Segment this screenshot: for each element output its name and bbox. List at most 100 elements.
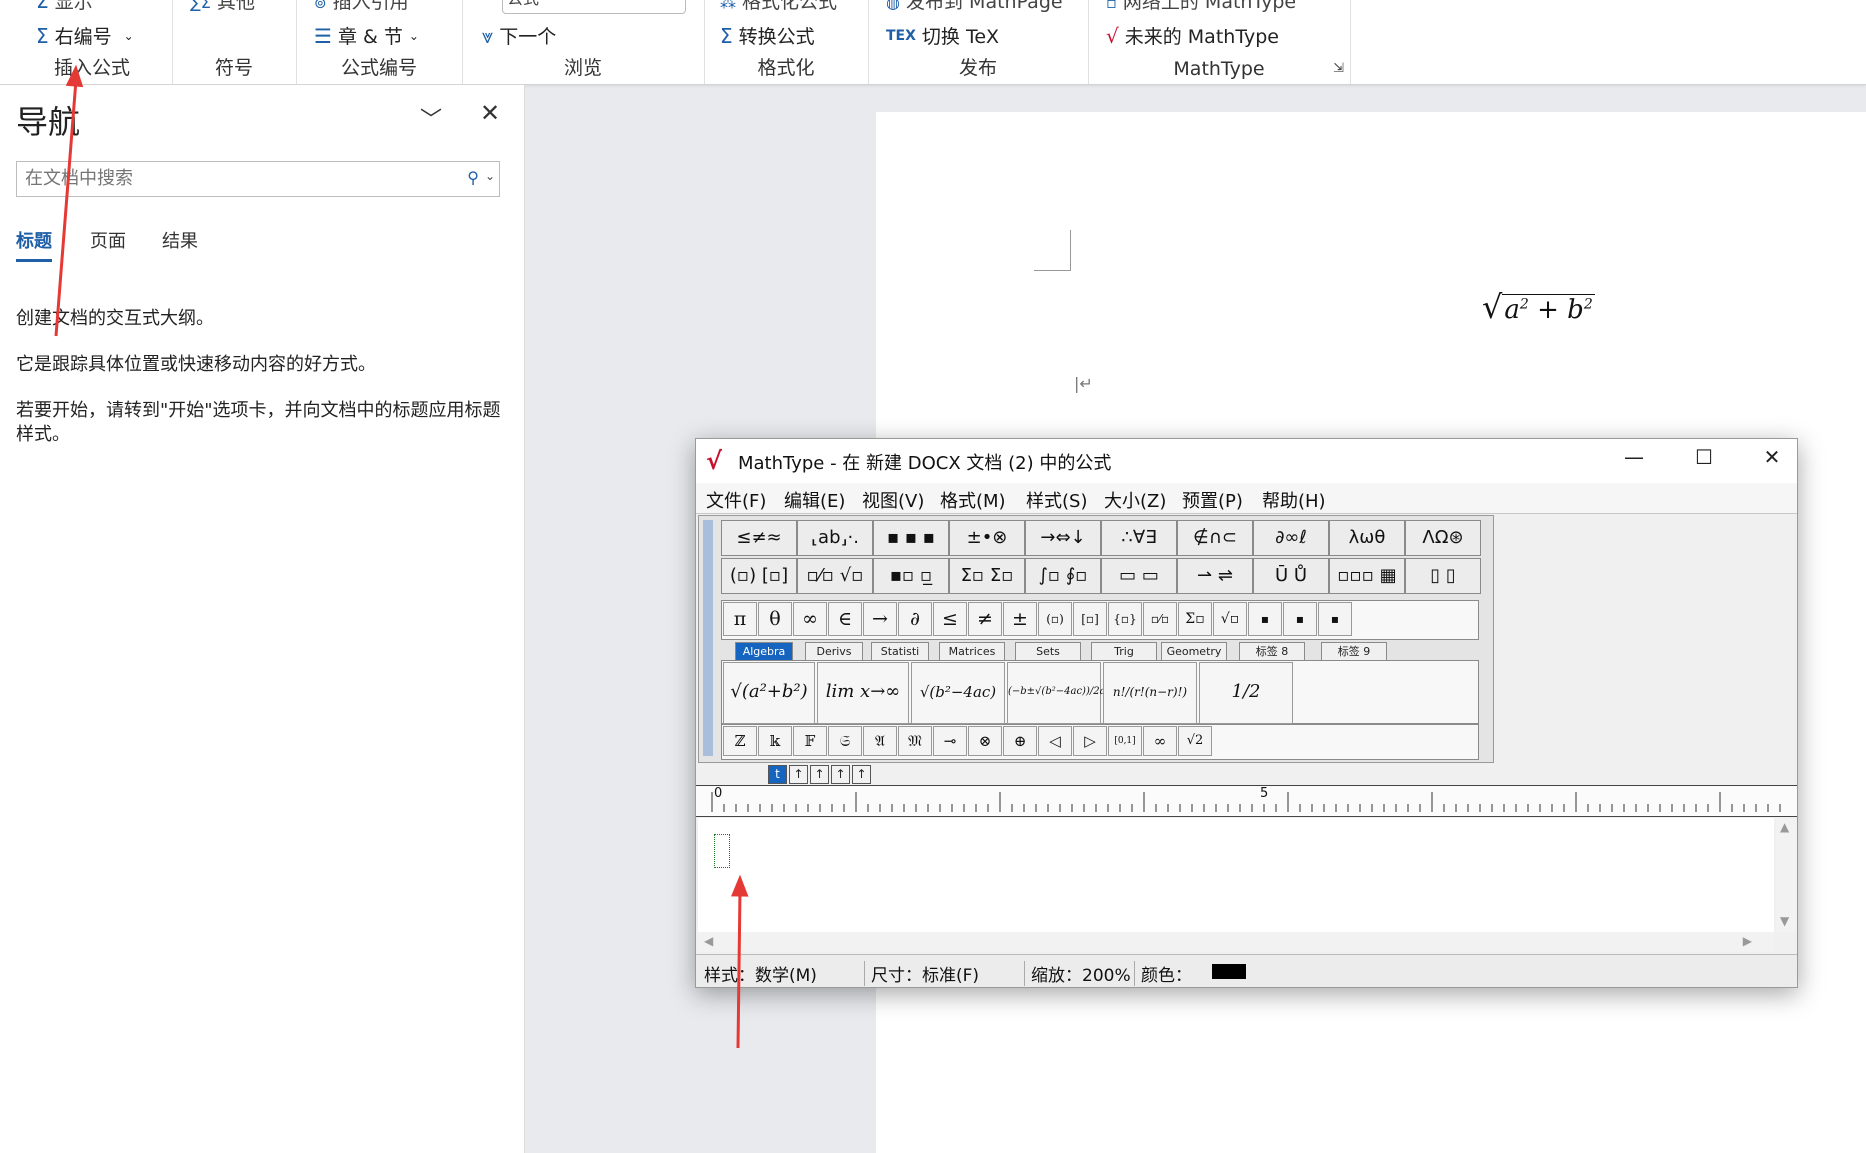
scroll-down-icon[interactable]: ▼ xyxy=(1780,914,1789,928)
nudge-button[interactable]: ↑ xyxy=(810,765,829,784)
boxes-palette[interactable]: ▯ ▯ xyxy=(1405,558,1481,594)
close-icon[interactable]: ✕ xyxy=(480,99,500,127)
template-pythagoras[interactable]: √(a²+b²) xyxy=(723,662,815,724)
tab-9[interactable]: 标签 9 xyxy=(1321,642,1387,661)
search-input[interactable] xyxy=(17,162,453,194)
right-number-button[interactable]: Σ 右编号 ⌄ xyxy=(36,22,134,49)
nudge-button[interactable]: ↑ xyxy=(831,765,850,784)
symbol-fraktur-s[interactable]: 𝔖 xyxy=(828,726,862,756)
symbol-sqrt2[interactable]: √2 xyxy=(1178,726,1212,756)
horizontal-scrollbar[interactable]: ◀ ▶ xyxy=(698,932,1774,952)
tab-derivs[interactable]: Derivs xyxy=(805,642,863,661)
close-button[interactable]: ✕ xyxy=(1752,445,1792,475)
convert-equation-button[interactable]: Σ 转换公式 xyxy=(720,22,815,49)
embellishments-palette[interactable]: ▪ ▪ ▪ xyxy=(873,520,949,556)
spaces-palette[interactable]: ⸤ab⸥·. xyxy=(797,520,873,556)
symbol-leq[interactable]: ≤ xyxy=(933,602,967,636)
maximize-button[interactable]: ☐ xyxy=(1684,445,1724,475)
next-button[interactable]: ⩔ 下一个 xyxy=(482,22,556,49)
tab-sets[interactable]: Sets xyxy=(1015,642,1081,661)
template-combination[interactable]: n!/(r!(n−r)!) xyxy=(1103,662,1197,724)
template-subsup[interactable]: ▪ xyxy=(1318,602,1352,636)
matrices-palette[interactable]: ▫▫▫ ▦ xyxy=(1329,558,1405,594)
menu-file[interactable]: 文件(F) xyxy=(706,487,766,513)
integrals-palette[interactable]: ∫▫ ∮▫ xyxy=(1025,558,1101,594)
tab-results[interactable]: 结果 xyxy=(162,227,198,253)
template-braces[interactable]: {▫} xyxy=(1108,602,1142,636)
symbol-field-f[interactable]: 𝔽 xyxy=(793,726,827,756)
relations-palette[interactable]: ≤≠≈ xyxy=(721,520,797,556)
symbol-interval[interactable]: [0,1] xyxy=(1108,726,1142,756)
bars-palette[interactable]: ▭ ▭ xyxy=(1101,558,1177,594)
ribbon-format-equation-partial[interactable]: ⁂ 格式化公式 xyxy=(720,0,837,14)
operators-palette[interactable]: ±•⊗ xyxy=(949,520,1025,556)
logic-palette[interactable]: ∴∀∃ xyxy=(1101,520,1177,556)
toolbar-drag-handle[interactable] xyxy=(703,520,713,756)
template-fraction[interactable]: ▫⁄▫ xyxy=(1143,602,1177,636)
ribbon-publish-mathpage-partial[interactable]: ◍ 发布到 MathPage xyxy=(886,0,1063,14)
ribbon-mathtype-online-partial[interactable]: ▫ 网络上的 MathType xyxy=(1106,0,1296,14)
template-half[interactable]: 1/2 xyxy=(1199,662,1293,724)
symbol-pi[interactable]: π xyxy=(723,602,757,636)
symbol-plus-minus[interactable]: ± xyxy=(1003,602,1037,636)
symbol-infinity-2[interactable]: ∞ xyxy=(1143,726,1177,756)
template-superscript[interactable]: ▪ xyxy=(1248,602,1282,636)
nudge-button[interactable]: t xyxy=(768,765,787,784)
template-discriminant[interactable]: √(b²−4ac) xyxy=(911,662,1005,724)
future-mathtype-button[interactable]: √ 未来的 MathType xyxy=(1106,22,1279,49)
symbol-fraktur-a[interactable]: 𝔄 xyxy=(863,726,897,756)
summations-palette[interactable]: Σ▫ Σ▫ xyxy=(949,558,1025,594)
search-icon[interactable]: ⚲ xyxy=(467,168,479,187)
greek-lower-palette[interactable]: λωθ xyxy=(1329,520,1405,556)
vertical-scrollbar[interactable]: ▲ ▼ xyxy=(1776,818,1796,932)
symbol-partial[interactable]: ∂ xyxy=(898,602,932,636)
tab-8[interactable]: 标签 8 xyxy=(1239,642,1305,661)
template-limit[interactable]: lim x→∞ xyxy=(817,662,909,724)
ribbon-other-partial[interactable]: ∑Σ 其他 xyxy=(190,0,255,14)
chevron-down-icon[interactable]: ⌄ xyxy=(485,169,495,183)
document-equation[interactable]: √a2 + b2 xyxy=(1482,288,1595,326)
equation-edit-area[interactable] xyxy=(698,818,1774,932)
arrows-palette[interactable]: →⇔↓ xyxy=(1025,520,1101,556)
nudge-button[interactable]: ↑ xyxy=(789,765,808,784)
scroll-right-icon[interactable]: ▶ xyxy=(1743,934,1752,948)
tab-geometry[interactable]: Geometry xyxy=(1161,642,1227,661)
products-palette[interactable]: Ū Ů xyxy=(1253,558,1329,594)
menu-help[interactable]: 帮助(H) xyxy=(1262,487,1326,513)
ribbon-insert-reference-partial[interactable]: ⊚ 插入引用 xyxy=(314,0,409,14)
template-subscript[interactable]: ▪ xyxy=(1283,602,1317,636)
template-sqrt[interactable]: √▫ xyxy=(1213,602,1247,636)
tab-pages[interactable]: 页面 xyxy=(90,227,126,253)
toggle-tex-button[interactable]: TEX 切换 TeX xyxy=(886,22,999,49)
ruler[interactable]: 0 5 xyxy=(696,785,1797,817)
fractions-radicals-palette[interactable]: ▫⁄▫ √▫ xyxy=(797,558,873,594)
menu-view[interactable]: 视图(V) xyxy=(862,487,924,513)
template-brackets[interactable]: [▫] xyxy=(1073,602,1107,636)
minimize-button[interactable]: — xyxy=(1614,445,1654,475)
menu-format[interactable]: 格式(M) xyxy=(940,487,1006,513)
color-swatch[interactable] xyxy=(1212,964,1246,979)
nudge-button[interactable]: ↑ xyxy=(852,765,871,784)
template-sum[interactable]: Σ▫ xyxy=(1178,602,1212,636)
dialog-launcher-icon[interactable]: ⇲ xyxy=(1333,61,1344,76)
menu-size[interactable]: 大小(Z) xyxy=(1104,487,1166,513)
mathtype-titlebar[interactable]: √ MathType - 在 新建 DOCX 文档 (2) 中的公式 — ☐ ✕ xyxy=(696,439,1797,483)
tab-statistics[interactable]: Statisti xyxy=(871,642,929,661)
ribbon-display-partial[interactable]: Σ 显示 xyxy=(36,0,93,14)
symbol-fraktur-m[interactable]: 𝔐 xyxy=(898,726,932,756)
menu-edit[interactable]: 编辑(E) xyxy=(784,487,845,513)
symbol-integers[interactable]: ℤ xyxy=(723,726,757,756)
symbol-element-of[interactable]: ∈ xyxy=(828,602,862,636)
symbol-infinity[interactable]: ∞ xyxy=(793,602,827,636)
symbol-oplus[interactable]: ⊕ xyxy=(1003,726,1037,756)
symbol-k[interactable]: 𝕜 xyxy=(758,726,792,756)
menu-preferences[interactable]: 预置(P) xyxy=(1182,487,1243,513)
template-parens[interactable]: (▫) xyxy=(1038,602,1072,636)
fences-palette[interactable]: (▫) [▫] xyxy=(721,558,797,594)
template-quadratic[interactable]: (−b±√(b²−4ac))/2a xyxy=(1007,662,1106,724)
symbol-otimes[interactable]: ⊗ xyxy=(968,726,1002,756)
tab-matrices[interactable]: Matrices xyxy=(939,642,1005,661)
scroll-up-icon[interactable]: ▲ xyxy=(1780,820,1789,834)
symbol-triangle-left[interactable]: ◁ xyxy=(1038,726,1072,756)
symbol-triangle-right[interactable]: ▷ xyxy=(1073,726,1107,756)
